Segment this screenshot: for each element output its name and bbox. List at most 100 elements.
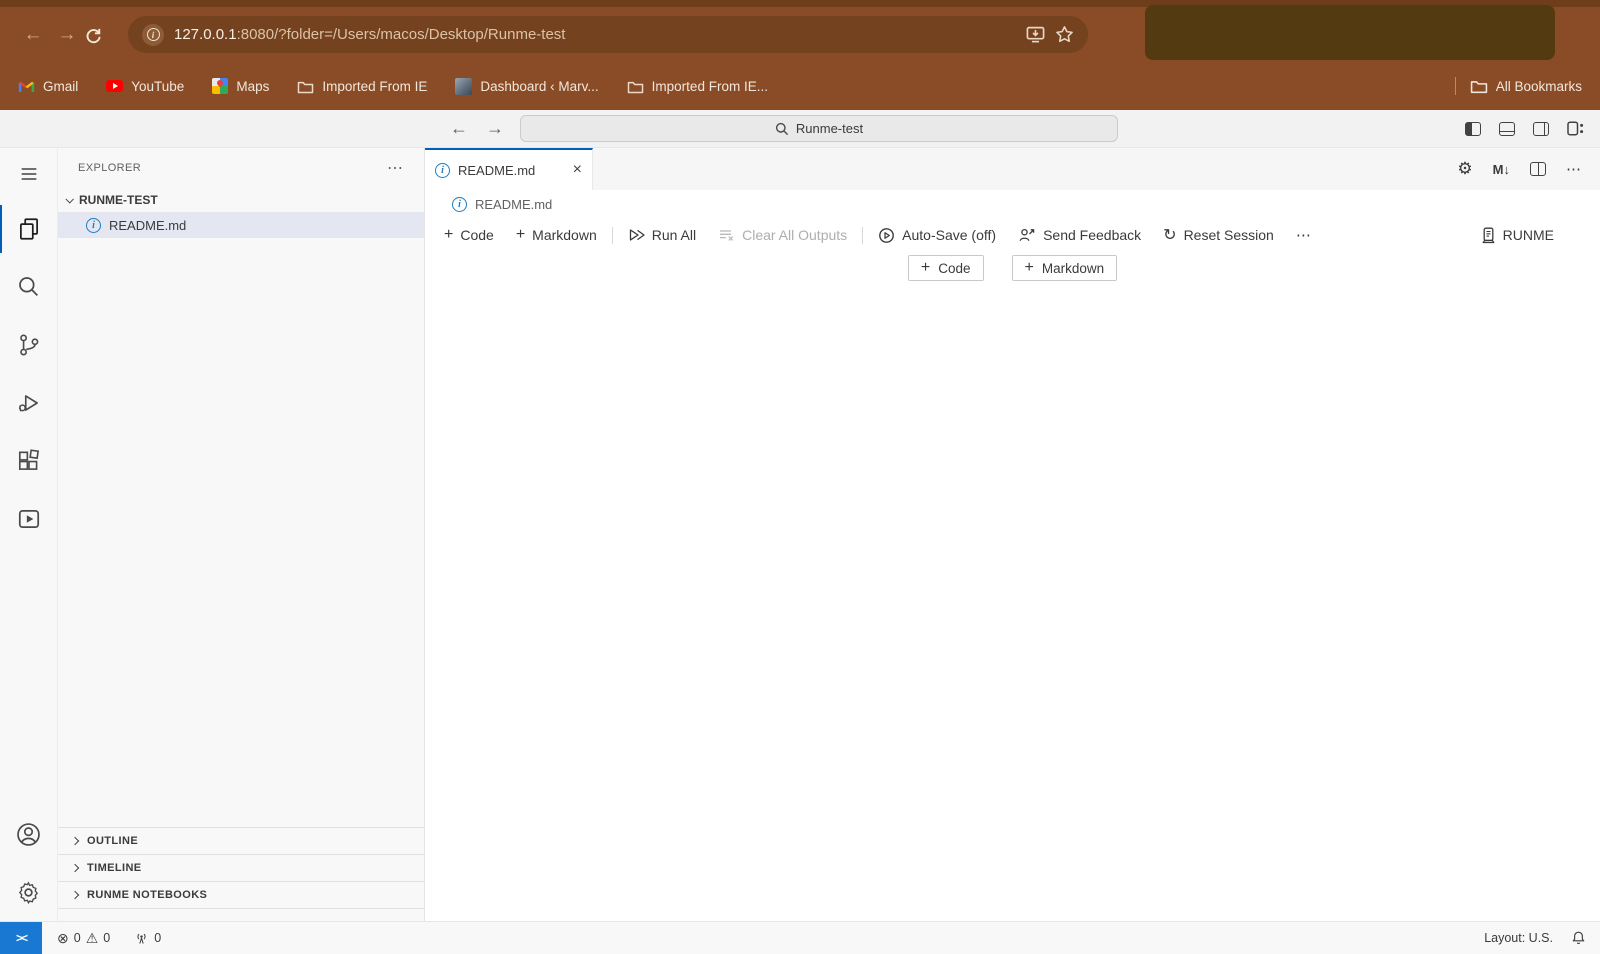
site-info-button[interactable]: i <box>142 24 164 46</box>
explorer-sidebar: EXPLORER ⋯ RUNME-TEST i README.md OUTLIN… <box>58 148 425 921</box>
notebook-settings-button[interactable]: ⚙ <box>1457 159 1472 179</box>
plus-icon: + <box>921 260 930 276</box>
toggle-secondary-sidebar-icon[interactable] <box>1533 122 1549 136</box>
url-path: :8080/?folder=/Users/macos/Desktop/Runme… <box>237 26 566 43</box>
bookmarks-bar: Gmail YouTube Maps Imported From IE Dash… <box>0 62 1600 110</box>
editor-more-actions[interactable]: ⋯ <box>1566 160 1582 178</box>
menu-button[interactable] <box>0 148 57 200</box>
send-feedback-icon <box>1018 227 1036 243</box>
bell-icon[interactable] <box>1571 930 1586 946</box>
sidebar-item-run-debug[interactable] <box>0 374 57 432</box>
add-markdown-button[interactable]: + Markdown <box>505 227 608 243</box>
toggle-panel-icon[interactable] <box>1499 122 1515 136</box>
account-button[interactable] <box>0 805 57 863</box>
remote-indicator[interactable]: >< <box>0 922 42 954</box>
browser-toolbar: ← → i 127.0.0.1:8080/?folder=/Users/maco… <box>0 7 1600 62</box>
insert-markdown-cell-button[interactable]: + Markdown <box>1012 255 1118 281</box>
history-back-button[interactable]: ← <box>450 115 468 142</box>
command-center-value: Runme-test <box>796 121 863 136</box>
sidebar-item-explorer[interactable] <box>0 200 57 258</box>
tree-item-readme[interactable]: i README.md <box>58 212 424 238</box>
add-markdown-label: Markdown <box>532 227 597 243</box>
bookmark-maps[interactable]: Maps <box>212 78 269 94</box>
ports-count: 0 <box>154 931 161 945</box>
runme-notebook-icon <box>16 506 42 532</box>
toolbar-more-button[interactable]: ⋯ <box>1285 226 1323 244</box>
url-host: 127.0.0.1 <box>174 26 237 43</box>
vscode-workbench: ← → Runme-test <box>0 110 1600 954</box>
section-outline[interactable]: OUTLINE <box>58 827 424 854</box>
warning-count: 0 <box>103 931 110 945</box>
command-center-search[interactable]: Runme-test <box>520 115 1118 142</box>
gear-icon <box>15 879 42 906</box>
markdown-preview-button[interactable]: M↓ <box>1493 162 1510 177</box>
install-app-icon[interactable] <box>1026 26 1045 43</box>
tab-label: README.md <box>458 163 535 178</box>
radio-tower-icon <box>134 931 149 946</box>
close-icon[interactable]: × <box>573 162 582 178</box>
chevron-right-icon <box>71 864 79 872</box>
warning-icon: ⚠ <box>86 930 99 947</box>
split-editor-icon[interactable] <box>1530 162 1546 176</box>
chevron-right-icon <box>71 891 79 899</box>
bookmark-dashboard[interactable]: Dashboard ‹ Marv... <box>455 78 598 95</box>
sidebar-item-extensions[interactable] <box>0 432 57 490</box>
tree-root-runme-test[interactable]: RUNME-TEST <box>58 188 424 212</box>
all-bookmarks-label: All Bookmarks <box>1496 79 1582 94</box>
chevron-down-icon <box>65 195 73 203</box>
status-bar: >< ⊗ 0 ⚠ 0 0 Layout: U.S. <box>0 921 1600 954</box>
history-forward-button[interactable]: → <box>486 115 504 142</box>
address-bar[interactable]: i 127.0.0.1:8080/?folder=/Users/macos/De… <box>128 16 1088 53</box>
breadcrumb[interactable]: i README.md <box>425 190 1600 218</box>
folder-icon <box>297 79 314 94</box>
tab-readme[interactable]: i README.md × <box>425 148 593 190</box>
search-icon <box>16 274 42 300</box>
reset-icon: ↻ <box>1163 225 1176 245</box>
browser-back-button[interactable]: ← <box>16 24 50 46</box>
customize-layout-icon[interactable] <box>1567 121 1584 136</box>
auto-save-button[interactable]: Auto-Save (off) <box>867 227 1007 244</box>
error-count: 0 <box>74 931 81 945</box>
bookmark-youtube[interactable]: YouTube <box>106 79 184 94</box>
bookmark-imported-from-ie-2[interactable]: Imported From IE... <box>627 79 768 94</box>
more-icon: ⋯ <box>1296 226 1312 244</box>
send-feedback-label: Send Feedback <box>1043 227 1141 243</box>
bookmark-imported-from-ie[interactable]: Imported From IE <box>297 79 427 94</box>
send-feedback-button[interactable]: Send Feedback <box>1007 227 1152 243</box>
bookmark-label: YouTube <box>131 79 184 94</box>
all-bookmarks-button[interactable]: All Bookmarks <box>1470 78 1582 94</box>
folder-icon <box>1470 78 1488 94</box>
keyboard-layout-status[interactable]: Layout: U.S. <box>1484 931 1553 945</box>
runme-brand-label: RUNME <box>1503 227 1554 243</box>
redacted-extensions-area <box>1145 5 1555 60</box>
browser-reload-button[interactable] <box>84 26 118 44</box>
bookmark-label: Imported From IE <box>322 79 427 94</box>
section-timeline[interactable]: TIMELINE <box>58 854 424 881</box>
settings-button[interactable] <box>0 863 57 921</box>
reset-session-button[interactable]: ↻ Reset Session <box>1152 225 1285 245</box>
bookmark-gmail[interactable]: Gmail <box>18 79 78 94</box>
sidebar-item-search[interactable] <box>0 258 57 316</box>
auto-save-icon <box>878 227 895 244</box>
sidebar-more-actions[interactable]: ⋯ <box>387 158 404 178</box>
tab-bar: i README.md × ⚙ M↓ ⋯ <box>425 148 1600 190</box>
section-runme-notebooks[interactable]: RUNME NOTEBOOKS <box>58 881 424 908</box>
notebook-empty-area[interactable] <box>425 284 1600 921</box>
toolbar-separator <box>862 227 863 244</box>
explorer-files-icon <box>16 216 42 242</box>
clear-all-outputs-button[interactable]: Clear All Outputs <box>707 227 858 243</box>
run-all-button[interactable]: Run All <box>617 227 707 243</box>
sidebar-item-runme[interactable] <box>0 490 57 548</box>
add-code-button[interactable]: + Code <box>433 227 505 243</box>
run-debug-icon <box>16 390 42 416</box>
toggle-primary-sidebar-icon[interactable] <box>1465 122 1481 136</box>
clear-all-outputs-label: Clear All Outputs <box>742 227 847 243</box>
browser-forward-button[interactable]: → <box>50 24 84 46</box>
reset-session-label: Reset Session <box>1184 227 1274 243</box>
sidebar-item-source-control[interactable] <box>0 316 57 374</box>
problems-status[interactable]: ⊗ 0 ⚠ 0 <box>57 930 110 947</box>
ports-status[interactable]: 0 <box>134 931 161 946</box>
bookmark-star-icon[interactable] <box>1055 25 1074 44</box>
insert-code-cell-button[interactable]: + Code <box>908 255 984 281</box>
root-folder-label: RUNME-TEST <box>79 193 158 207</box>
